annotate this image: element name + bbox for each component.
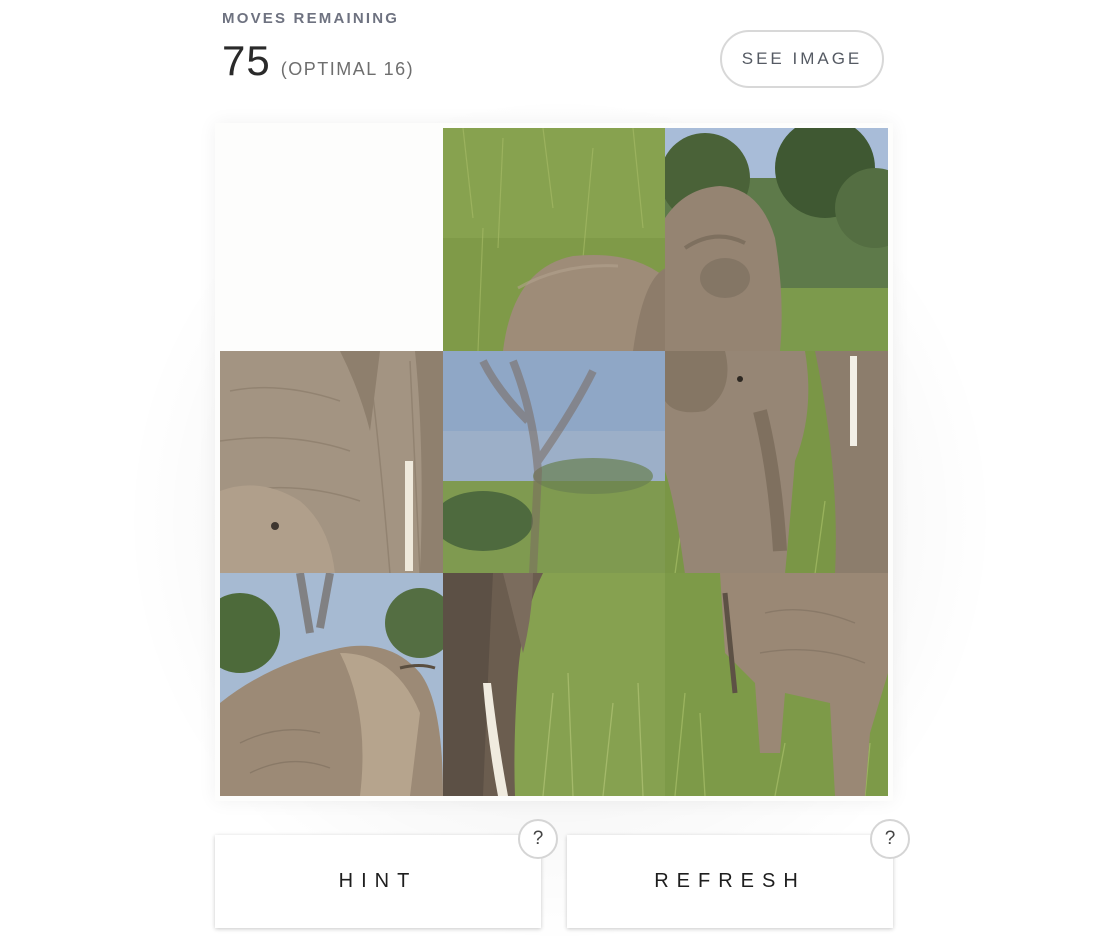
tile-image: [665, 573, 888, 796]
moves-remaining-count: 75: [222, 37, 271, 84]
tile-image: [665, 128, 888, 351]
puzzle-tile[interactable]: [665, 128, 888, 351]
tile-image: [220, 573, 443, 796]
moves-remaining-label: MOVES REMAINING: [222, 10, 400, 27]
optimal-moves: (OPTIMAL 16): [281, 59, 414, 80]
puzzle-tile[interactable]: [443, 128, 666, 351]
tile-image: [665, 351, 888, 574]
puzzle-tile[interactable]: [665, 351, 888, 574]
refresh-help-icon[interactable]: ?: [870, 819, 910, 859]
puzzle-tile[interactable]: [665, 573, 888, 796]
tile-image: [443, 128, 666, 351]
optimal-suffix: ): [406, 59, 415, 79]
tile-image: [443, 351, 666, 574]
refresh-button[interactable]: REFRESH: [567, 835, 893, 928]
hint-help-icon[interactable]: ?: [518, 819, 558, 859]
puzzle-tile[interactable]: [443, 351, 666, 574]
puzzle-tile[interactable]: [220, 351, 443, 574]
hint-button[interactable]: HINT: [215, 835, 541, 928]
tile-image: [443, 573, 666, 796]
optimal-prefix: (OPTIMAL: [280, 59, 384, 79]
optimal-moves-count: 16: [383, 59, 407, 79]
puzzle-board: [215, 123, 893, 801]
tile-image: [220, 351, 443, 574]
see-image-button[interactable]: SEE IMAGE: [720, 30, 884, 88]
moves-header: MOVES REMAINING 75 (OPTIMAL 16): [222, 10, 414, 85]
moves-row: 75 (OPTIMAL 16): [222, 37, 414, 85]
puzzle-tile[interactable]: [443, 573, 666, 796]
puzzle-tile[interactable]: [220, 573, 443, 796]
